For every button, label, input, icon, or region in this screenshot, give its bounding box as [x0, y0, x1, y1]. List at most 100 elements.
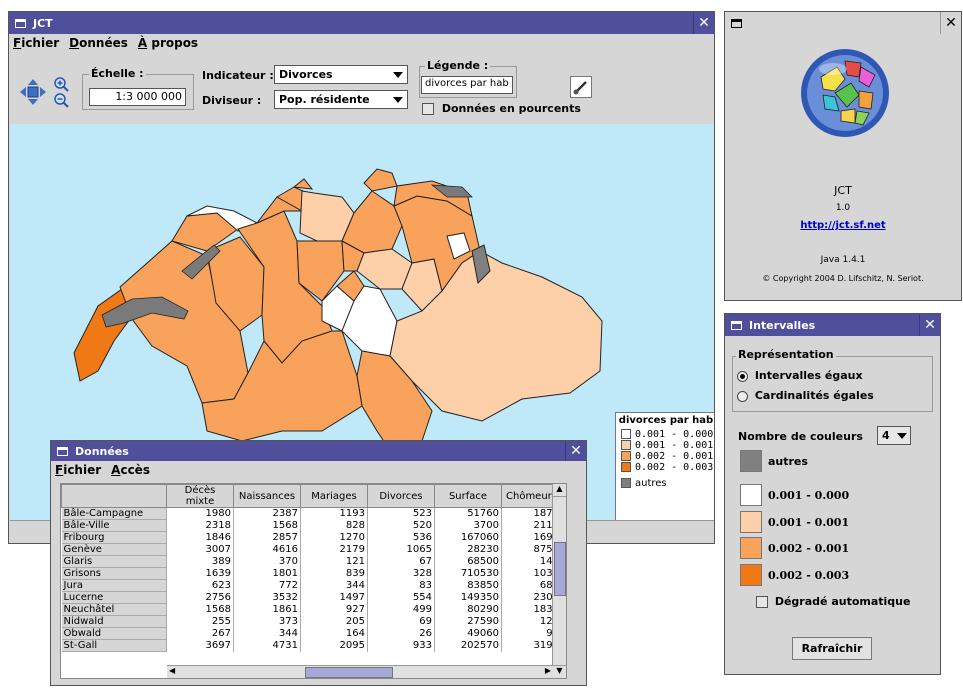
table-row[interactable]: St-Gall 3697 4731 2095 933 202570 3197 — [61, 639, 562, 652]
table-cell[interactable]: 1568 — [233, 519, 301, 532]
table-cell[interactable]: 202570 — [434, 639, 502, 652]
table-cell[interactable]: 205 — [300, 615, 368, 628]
table-row[interactable]: Neuchâtel 1568 1861 927 499 80290 1836 — [61, 603, 562, 616]
row-header[interactable]: Jura — [61, 579, 167, 592]
table-cell[interactable]: 4731 — [233, 639, 301, 652]
window-menu-icon[interactable] — [57, 446, 68, 456]
table-cell[interactable]: 255 — [166, 615, 234, 628]
table-cell[interactable]: 149350 — [434, 591, 502, 604]
column-header[interactable]: Divorces — [367, 484, 435, 508]
table-cell[interactable]: 121 — [300, 555, 368, 568]
horizontal-scroll-thumb[interactable] — [305, 667, 393, 678]
echelle-field[interactable]: 1:3 000 000 — [89, 88, 186, 106]
radio-cardinalites-egales[interactable]: Cardinalités égales — [737, 389, 874, 402]
table-cell[interactable]: 67 — [367, 555, 435, 568]
column-header[interactable]: Décès mixte — [166, 484, 234, 508]
color-swatch-1[interactable] — [740, 484, 762, 506]
data-titlebar[interactable]: Données ✕ — [51, 441, 586, 461]
row-header[interactable]: Nidwald — [61, 615, 167, 628]
row-header[interactable]: Glaris — [61, 555, 167, 568]
interval-class-4[interactable]: 0.002 - 0.003 — [740, 564, 849, 586]
table-cell[interactable]: 3700 — [434, 519, 502, 532]
table-cell[interactable]: 554 — [367, 591, 435, 604]
scroll-left-icon[interactable]: ◀ — [169, 666, 175, 675]
data-table-container[interactable]: Décès mixte Naissances Mariages Divorces… — [60, 483, 567, 679]
degrade-checkbox-box[interactable] — [756, 596, 768, 608]
table-cell[interactable]: 68500 — [434, 555, 502, 568]
table-cell[interactable]: 1497 — [300, 591, 368, 604]
pan-icon[interactable] — [19, 78, 47, 106]
table-cell[interactable]: 1270 — [300, 531, 368, 544]
table-cell[interactable]: 69 — [367, 615, 435, 628]
menu-a-propos[interactable]: À propos — [138, 36, 198, 50]
table-cell[interactable]: 1568 — [166, 603, 234, 616]
edit-style-button[interactable] — [570, 76, 592, 98]
menu-fichier[interactable]: Fichier — [13, 36, 59, 50]
interval-class-1[interactable]: 0.001 - 0.000 — [740, 484, 849, 506]
intervals-titlebar[interactable]: Intervalles ✕ — [725, 314, 940, 336]
table-cell[interactable]: 344 — [300, 579, 368, 592]
main-titlebar[interactable]: JCT ✕ — [9, 12, 714, 34]
close-icon[interactable]: ✕ — [565, 441, 586, 461]
refresh-button[interactable]: Rafraîchir — [792, 637, 872, 660]
table-cell[interactable]: 83 — [367, 579, 435, 592]
interval-autres[interactable]: autres — [740, 450, 808, 472]
row-header[interactable]: Genève — [61, 543, 167, 556]
table-cell[interactable]: 536 — [367, 531, 435, 544]
pourcents-checkbox[interactable]: Données en pourcents — [422, 102, 581, 115]
diviseur-select[interactable]: Pop. résidente — [274, 90, 408, 109]
table-row[interactable]: Nidwald 255 373 205 69 27590 124 — [61, 615, 562, 628]
degrade-checkbox[interactable]: Dégradé automatique — [756, 595, 910, 608]
data-menu-acces[interactable]: Accès — [111, 463, 150, 477]
table-cell[interactable]: 4616 — [233, 543, 301, 556]
data-menu-fichier[interactable]: Fichier — [55, 463, 101, 477]
table-cell[interactable]: 51760 — [434, 507, 502, 520]
table-cell[interactable]: 933 — [367, 639, 435, 652]
table-cell[interactable]: 2387 — [233, 507, 301, 520]
table-cell[interactable]: 27590 — [434, 615, 502, 628]
vertical-scroll-thumb[interactable] — [554, 542, 566, 596]
table-cell[interactable]: 839 — [300, 567, 368, 580]
table-cell[interactable]: 623 — [166, 579, 234, 592]
close-icon[interactable]: ✕ — [940, 12, 961, 34]
table-cell[interactable]: 927 — [300, 603, 368, 616]
table-cell[interactable]: 1639 — [166, 567, 234, 580]
table-cell[interactable]: 523 — [367, 507, 435, 520]
table-cell[interactable]: 164 — [300, 627, 368, 640]
table-cell[interactable]: 772 — [233, 579, 301, 592]
row-header[interactable]: Bâle-Campagne — [61, 507, 167, 520]
table-row[interactable]: Glaris 389 370 121 67 68500 146 — [61, 555, 562, 568]
radio-dot-selected[interactable] — [737, 370, 748, 382]
table-cell[interactable]: 1801 — [233, 567, 301, 580]
menu-donnees[interactable]: Données — [69, 36, 128, 50]
row-header[interactable]: Fribourg — [61, 531, 167, 544]
interval-class-2[interactable]: 0.001 - 0.001 — [740, 511, 849, 533]
table-cell[interactable]: 520 — [367, 519, 435, 532]
table-cell[interactable]: 370 — [233, 555, 301, 568]
table-cell[interactable]: 2756 — [166, 591, 234, 604]
legende-field[interactable]: divorces par hab — [421, 76, 513, 94]
row-header[interactable]: Obwald — [61, 627, 167, 640]
scroll-up-icon[interactable]: ▲ — [553, 484, 566, 497]
column-header[interactable]: Naissances — [233, 484, 301, 508]
row-header[interactable]: Lucerne — [61, 591, 167, 604]
zoom-out-icon[interactable] — [53, 92, 69, 108]
color-swatch-2[interactable] — [740, 511, 762, 533]
row-header[interactable]: St-Gall — [61, 639, 167, 652]
table-cell[interactable]: 3697 — [166, 639, 234, 652]
vertical-scrollbar[interactable]: ▲ ▼ — [552, 484, 566, 678]
table-cell[interactable]: 2095 — [300, 639, 368, 652]
table-row[interactable]: Jura 623 772 344 83 83850 685 — [61, 579, 562, 592]
pourcents-checkbox-box[interactable] — [422, 103, 434, 115]
about-titlebar[interactable]: ✕ — [725, 12, 961, 34]
window-menu-icon[interactable] — [731, 320, 742, 330]
table-cell[interactable]: 267 — [166, 627, 234, 640]
table-cell[interactable]: 28230 — [434, 543, 502, 556]
table-row[interactable]: Fribourg 1846 2857 1270 536 167060 1697 — [61, 531, 562, 544]
table-cell[interactable]: 80290 — [434, 603, 502, 616]
table-cell[interactable]: 2179 — [300, 543, 368, 556]
radio-intervalles-egaux[interactable]: Intervalles égaux — [737, 369, 863, 382]
about-url-link[interactable]: http://jct.sf.net — [725, 220, 961, 231]
color-swatch-autres[interactable] — [740, 450, 762, 472]
window-menu-icon[interactable] — [731, 18, 742, 28]
